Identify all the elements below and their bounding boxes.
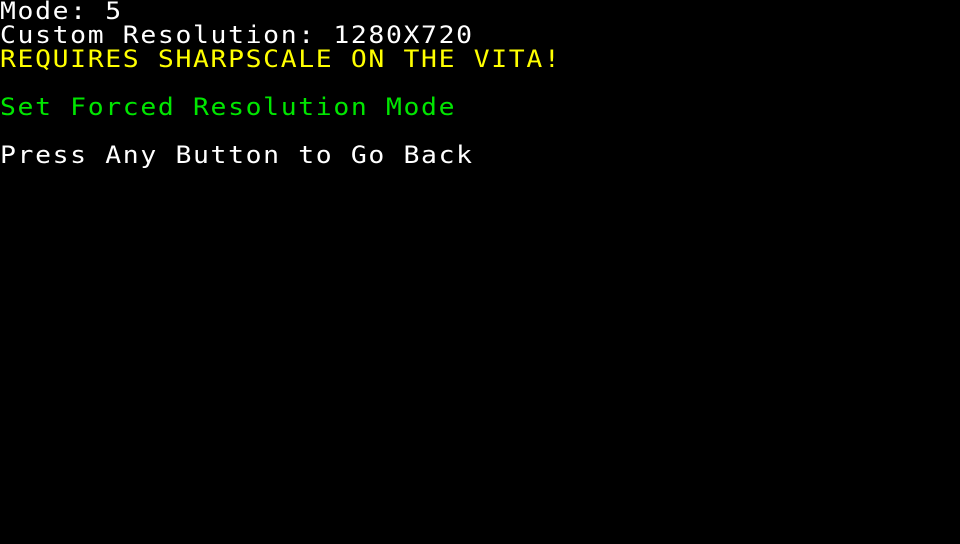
set-forced-resolution-mode-option[interactable]: Set Forced Resolution Mode	[0, 95, 456, 119]
mode-label: Mode: 5	[0, 0, 123, 25]
sharpscale-warning: REQUIRES SHARPSCALE ON THE VITA!	[0, 45, 562, 73]
go-back-prompt: Press Any Button to Go Back	[0, 141, 474, 169]
custom-resolution-label: Custom Resolution: 1280X720	[0, 21, 474, 49]
